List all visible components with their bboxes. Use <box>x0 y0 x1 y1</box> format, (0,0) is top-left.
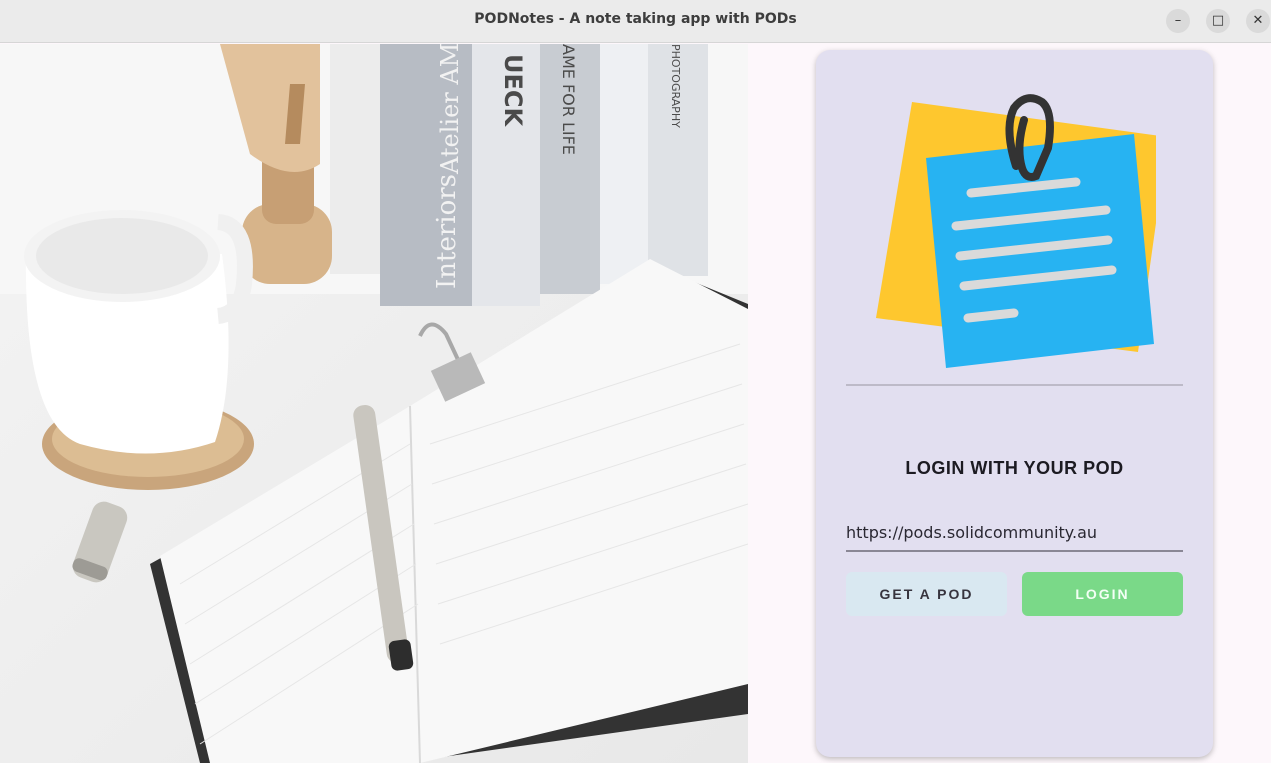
book-spine-text-1: Interiors <box>432 174 462 289</box>
get-a-pod-button[interactable]: GET A POD <box>846 572 1007 616</box>
window-title: PODNotes - A note taking app with PODs <box>474 11 797 27</box>
close-button[interactable]: ✕ <box>1246 9 1270 33</box>
book-spine-text-5: PHOTOGRAPHY <box>669 44 682 128</box>
window-titlebar: PODNotes - A note taking app with PODs –… <box>0 0 1271 43</box>
book-spine-text-4: AME FOR LIFE <box>559 44 578 155</box>
book-spine-text-3: UECK <box>499 54 527 127</box>
login-card: LOGIN WITH YOUR POD GET A POD LOGIN <box>816 50 1213 757</box>
card-divider <box>846 384 1183 386</box>
book-spine-text-2: Atelier AM <box>436 44 464 175</box>
sticky-notes-icon <box>876 94 1156 368</box>
login-heading: LOGIN WITH YOUR POD <box>905 458 1124 478</box>
login-pane: LOGIN WITH YOUR POD GET A POD LOGIN <box>748 44 1271 763</box>
pod-url-input[interactable] <box>846 514 1183 552</box>
coffee-mug-icon <box>24 210 254 490</box>
minimize-button[interactable]: – <box>1166 9 1190 33</box>
hero-photo: Interiors Atelier AM UECK AME FOR LIFE P… <box>0 44 748 763</box>
maximize-button[interactable]: □ <box>1206 9 1230 33</box>
login-button[interactable]: LOGIN <box>1022 572 1183 616</box>
